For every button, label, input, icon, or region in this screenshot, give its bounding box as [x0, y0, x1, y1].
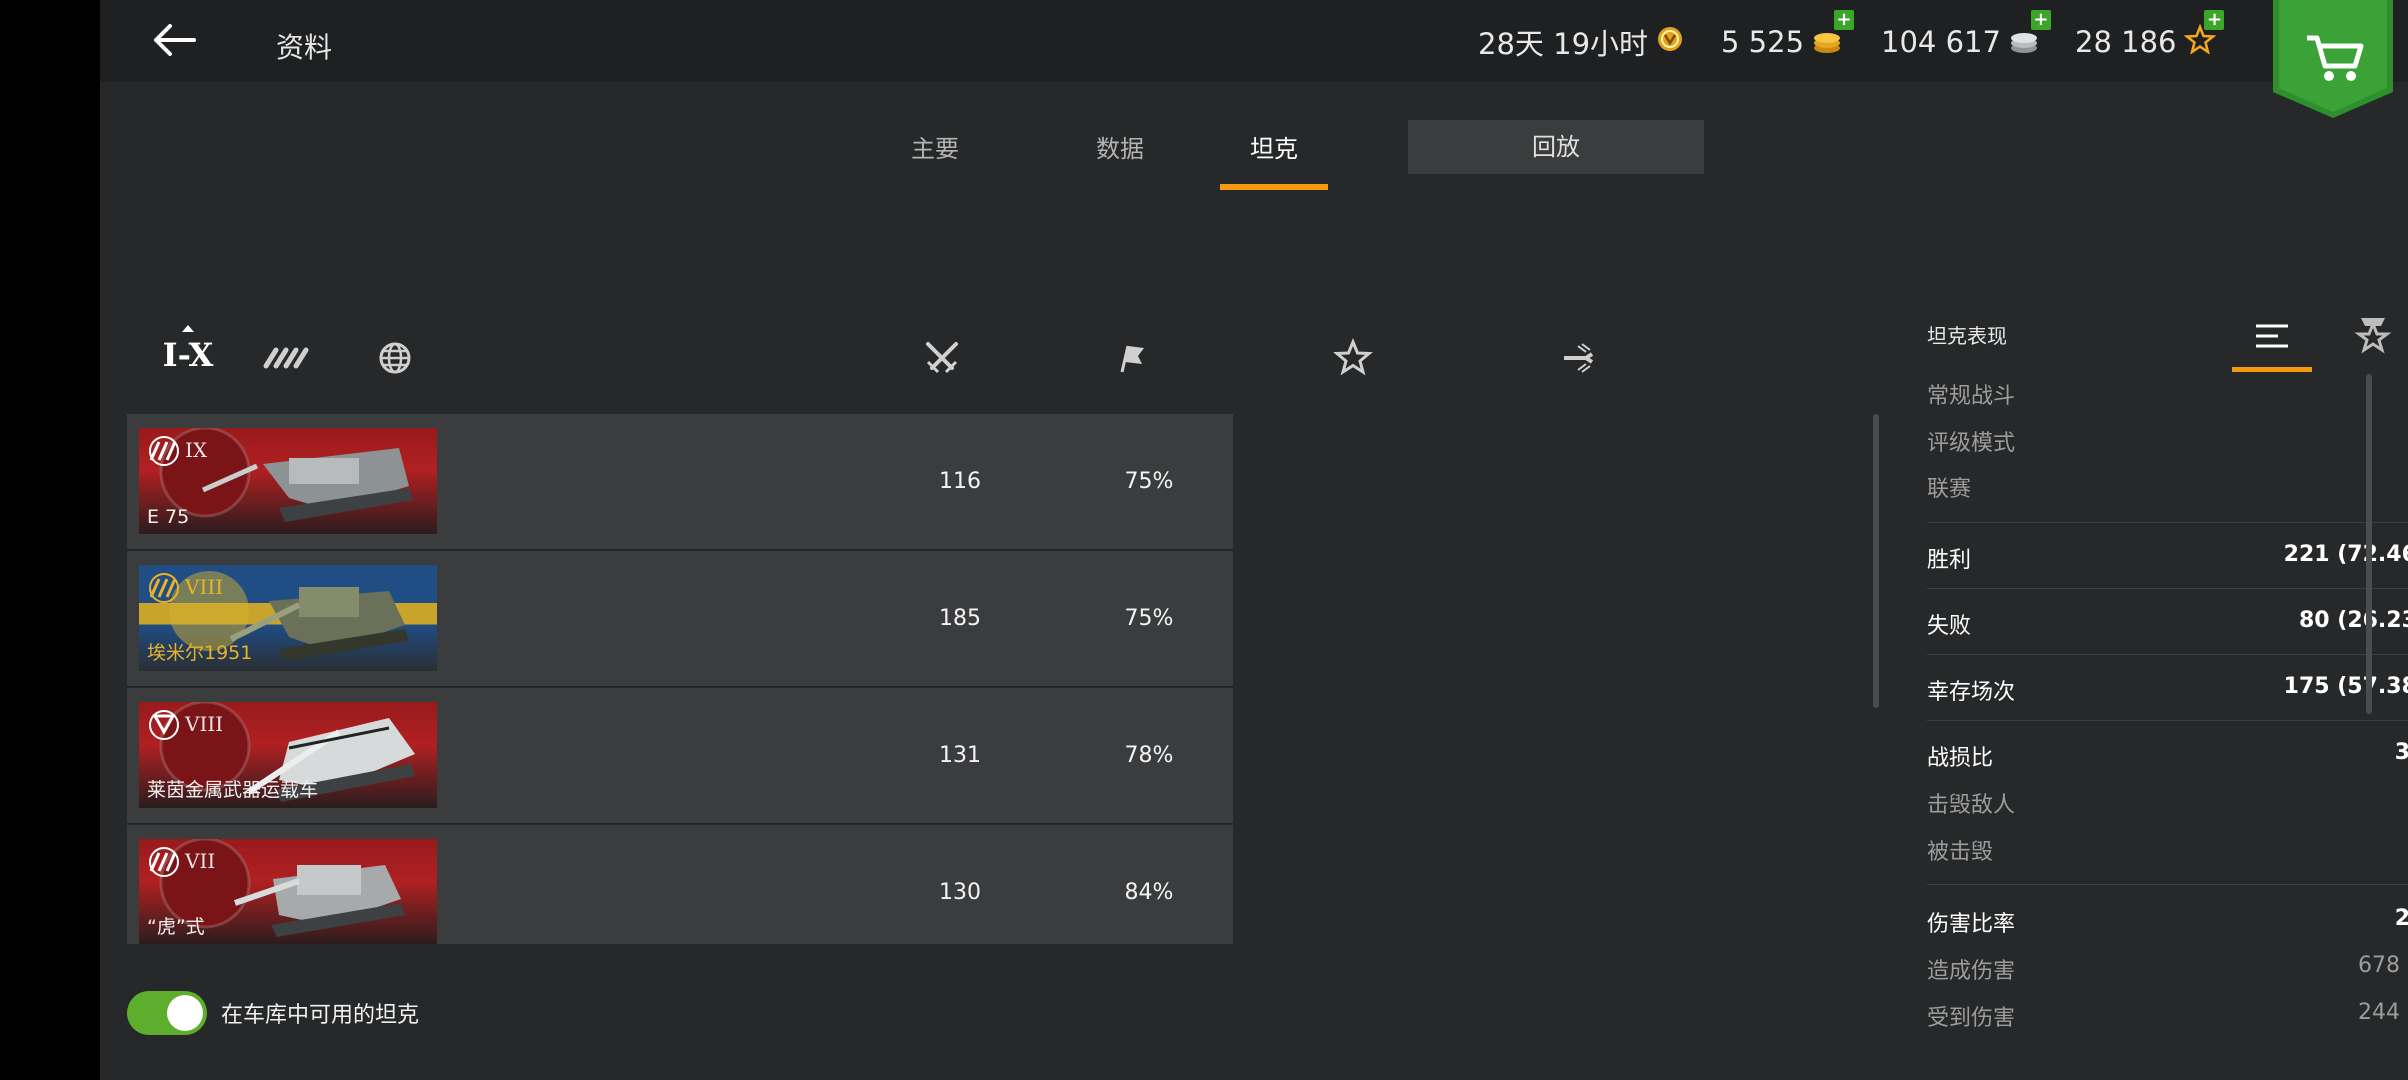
stat-rating-battles: 评级模式1 — [1927, 431, 2016, 456]
tank-win-rate: 78% — [1124, 743, 1174, 768]
tank-tier: VII — [185, 849, 216, 873]
toggle-switch[interactable] — [127, 991, 207, 1035]
back-button[interactable] — [150, 18, 200, 62]
silver-coins-icon: + — [2009, 9, 2051, 61]
tank-name: “虎”式 — [147, 916, 205, 938]
tank-performance-panel: 坦克表现 常规战斗305 评级模式1 联赛0 胜利221 (72.46%) 失败… — [1825, 300, 2408, 1080]
award-badge-icon — [2354, 318, 2392, 354]
tank-name: 埃米尔1951 — [147, 642, 253, 664]
gold-value: 5 525 — [1721, 25, 1805, 59]
tab-replays[interactable]: 回放 — [1408, 120, 1704, 174]
tank-row[interactable]: VII “虎”式 130 84% 1382 2664 — [127, 825, 1233, 944]
stat-damage-ratio: 伤害比率2.77 — [1927, 906, 2408, 937]
tank-tier: VIII — [185, 712, 224, 736]
globe-icon — [379, 342, 411, 374]
heavy-tank-class-icon — [149, 436, 179, 466]
stat-damage-received: 受到伤害244 561 — [1927, 1000, 2408, 1031]
tank-win-rate: 84% — [1124, 880, 1174, 905]
tank-battles: 116 — [939, 469, 981, 494]
add-gold-icon[interactable]: + — [1834, 9, 1855, 30]
tank-row[interactable]: IX E 75 116 75% 1353 3065 — [127, 414, 1233, 550]
tank-name: E 75 — [147, 506, 190, 528]
tank-battles: 130 — [939, 880, 981, 905]
panel-scrollbar[interactable] — [2366, 374, 2372, 714]
gold-coins-icon: + — [1812, 9, 1855, 61]
avg-xp-column-header[interactable] — [1323, 338, 1383, 388]
divider — [1927, 654, 2408, 655]
stat-regular-battles: 常规战斗305 — [1927, 378, 2408, 409]
tank-thumbnail: IX E 75 — [139, 428, 437, 534]
tank-name: 莱茵金属武器运载车 — [147, 779, 319, 801]
tank-battles: 131 — [939, 743, 981, 768]
panel-title: 坦克表现 — [1927, 324, 2007, 348]
garage-available-toggle[interactable]: 在车库中可用的坦克 — [127, 988, 419, 1038]
stat-league-battles: 联赛0 — [1927, 477, 1972, 502]
stat-damage-dealt: 造成伤害678 429 — [1927, 953, 2408, 984]
free-xp-value: 28 186 — [2075, 25, 2177, 59]
tank-class-icon — [263, 347, 309, 369]
premium-icon — [1656, 25, 1684, 60]
heavy-tank-class-icon — [149, 573, 179, 603]
shell-damage-icon — [1564, 343, 1594, 373]
stat-enemies-destroyed: 击毁敌人469 — [1927, 787, 2408, 818]
tank-list: IX E 75 116 75% 1353 3065 — [127, 414, 1233, 944]
tank-row[interactable]: VIII 埃米尔1951 185 75% 1150 2690 — [127, 551, 1233, 687]
add-free-xp-icon[interactable]: + — [2204, 9, 2225, 30]
tab-statistics[interactable]: 数据 — [1055, 120, 1185, 190]
page-title: 资料 — [276, 31, 333, 64]
sort-up-icon — [182, 325, 194, 332]
stat-defeats: 失败80 (26.23%) — [1927, 608, 2408, 639]
gold-balance[interactable]: 5 525 + — [1721, 9, 1855, 62]
tank-type-filter-button[interactable] — [262, 340, 314, 378]
profile-tabs: 主要 数据 坦克 回放 — [100, 120, 2408, 190]
toggle-label: 在车库中可用的坦克 — [221, 1003, 420, 1028]
performance-awards-tab[interactable] — [2333, 306, 2408, 372]
tier-filter-label: I-X — [162, 336, 214, 374]
toggle-knob — [167, 995, 203, 1031]
tank-thumbnail: VII “虎”式 — [139, 839, 437, 944]
stat-victories: 胜利221 (72.46%) — [1927, 542, 2408, 573]
tank-tier: IX — [185, 438, 208, 462]
tab-main[interactable]: 主要 — [870, 120, 1000, 190]
tier-filter-button[interactable]: I-X — [158, 318, 218, 388]
battles-column-header[interactable] — [912, 338, 972, 388]
divider — [1927, 720, 2408, 721]
tank-row[interactable]: VIII 莱茵金属武器运载车 131 78% 1159 2473 — [127, 688, 1233, 824]
performance-list-tab[interactable] — [2232, 306, 2312, 372]
tank-battles: 185 — [939, 606, 981, 631]
tank-thumbnail: VIII 埃米尔1951 — [139, 565, 437, 671]
stat-kill-ratio: 战损比3.61 — [1927, 740, 2408, 771]
add-credits-icon[interactable]: + — [2030, 9, 2051, 30]
premium-time-value: 28天 19小时 — [1478, 27, 1649, 61]
tank-destroyer-class-icon — [149, 710, 179, 740]
crossed-swords-icon — [926, 342, 958, 374]
nation-filter-button[interactable] — [377, 340, 413, 380]
free-xp-balance[interactable]: 28 186 + — [2075, 9, 2225, 62]
profile-screen: 资料 28天 19小时 5 525 + 104 617 + 28 186 + 主… — [100, 0, 2408, 1080]
tank-thumbnail: VIII 莱茵金属武器运载车 — [139, 702, 437, 808]
avg-damage-column-header[interactable] — [1548, 338, 1608, 388]
divider — [1927, 884, 2408, 885]
tank-win-rate: 75% — [1124, 469, 1174, 494]
top-bar: 资料 28天 19小时 5 525 + 104 617 + 28 186 + — [100, 0, 2408, 82]
credits-balance[interactable]: 104 617 + — [1881, 9, 2051, 62]
tank-win-rate: 75% — [1124, 606, 1174, 631]
heavy-tank-class-icon — [149, 847, 179, 877]
divider — [1927, 588, 2408, 589]
stat-times-destroyed: 被击毁130 — [1927, 834, 2408, 865]
win-rate-column-header[interactable] — [1100, 338, 1160, 388]
arrow-left-icon — [154, 24, 196, 56]
stat-survived: 幸存场次175 (57.38%) — [1927, 674, 2408, 705]
tab-tanks[interactable]: 坦克 — [1220, 120, 1328, 190]
tank-tier: VIII — [185, 575, 224, 599]
free-xp-star-icon: + — [2184, 9, 2225, 61]
premium-account-timer[interactable]: 28天 19小时 — [1478, 22, 1684, 62]
list-lines-icon — [2256, 324, 2288, 348]
divider — [1927, 522, 2408, 523]
credits-value: 104 617 — [1881, 25, 2001, 59]
tank-filters: I-X — [100, 310, 1200, 400]
shop-button[interactable] — [2273, 0, 2393, 118]
star-icon — [1333, 338, 1373, 376]
victory-flag-icon — [1120, 345, 1144, 373]
